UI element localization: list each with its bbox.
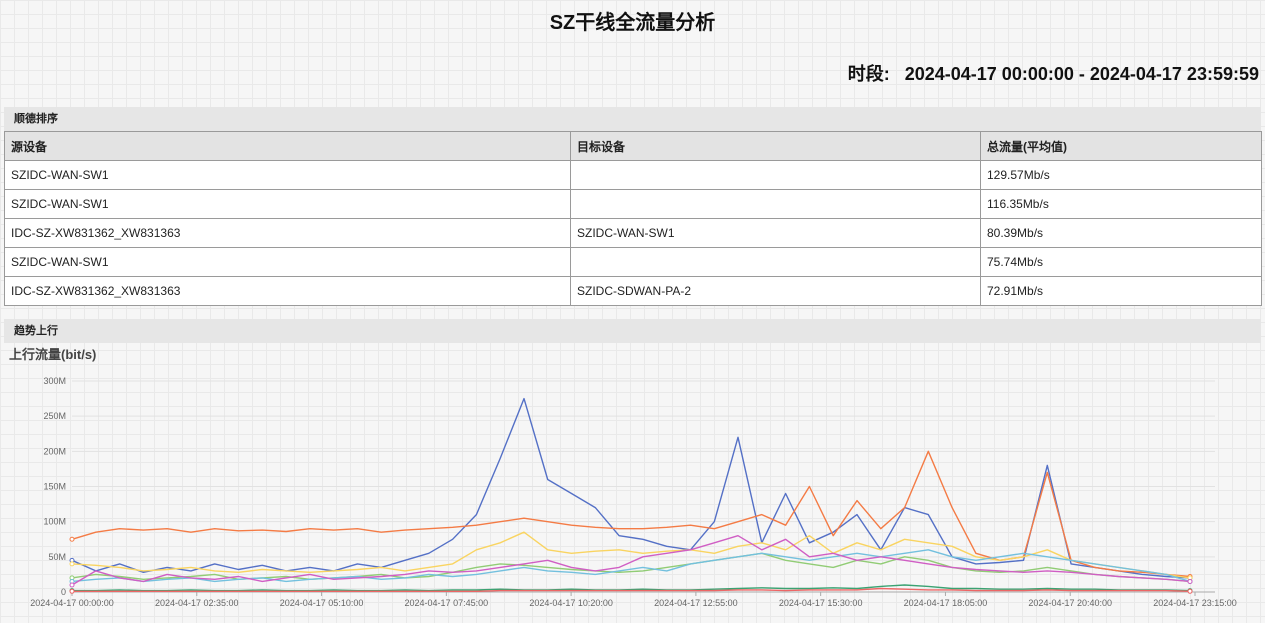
column-header-total-traffic[interactable]: 总流量(平均值) [980, 131, 1262, 161]
x-tick-label: 2024-04-17 23:15:00 [1153, 598, 1237, 608]
table-header-row: 源设备 目标设备 总流量(平均值) [4, 131, 1262, 161]
series-point[interactable] [69, 561, 75, 567]
cell-source: IDC-SZ-XW831362_XW831363 [4, 276, 571, 306]
x-tick-label: 2024-04-17 20:40:00 [1028, 598, 1112, 608]
y-tick-label: 300M [43, 376, 66, 386]
table-row[interactable]: SZIDC-WAN-SW1 116.35Mb/s [4, 189, 1262, 219]
y-tick-label: 50M [48, 552, 66, 562]
table-row[interactable]: SZIDC-WAN-SW1 75.74Mb/s [4, 247, 1262, 277]
table-row[interactable]: SZIDC-WAN-SW1 129.57Mb/s [4, 160, 1262, 190]
chart-series-group [69, 397, 1193, 594]
time-period: 时段: 2024-04-17 00:00:00 - 2024-04-17 23:… [848, 60, 1259, 86]
x-tick-label: 2024-04-17 10:20:00 [529, 598, 613, 608]
column-header-source[interactable]: 源设备 [4, 131, 571, 161]
x-tick-label: 2024-04-17 15:30:00 [779, 598, 863, 608]
cell-total-traffic: 116.35Mb/s [980, 189, 1262, 219]
time-period-label: 时段: [847, 64, 890, 84]
upload-traffic-chart[interactable]: 0 50M 100M 150M 200M 250M 300M 2024-04-17 00:0… [0, 360, 1265, 618]
time-period-value: 2024-04-17 00:00:00 - 2024-04-17 23:59:5… [904, 64, 1259, 84]
cell-target: SZIDC-WAN-SW1 [570, 218, 981, 248]
ranking-section-header: 顺德排序 [4, 107, 1261, 131]
series-point[interactable] [69, 536, 75, 542]
cell-total-traffic: 75.74Mb/s [980, 247, 1262, 277]
cell-total-traffic: 72.91Mb/s [980, 276, 1262, 306]
series-point[interactable] [69, 588, 75, 594]
cell-total-traffic: 129.57Mb/s [980, 160, 1262, 190]
series-line-6[interactable] [72, 584, 1191, 592]
cell-target [570, 189, 981, 219]
cell-source: IDC-SZ-XW831362_XW831363 [4, 218, 571, 248]
trend-section-header: 趋势上行 [4, 319, 1261, 343]
cell-source: SZIDC-WAN-SW1 [4, 247, 571, 277]
cell-target: SZIDC-SDWAN-PA-2 [570, 276, 981, 306]
y-tick-label: 0 [61, 587, 66, 597]
x-axis: 2024-04-17 00:00:00 2024-04-17 02:35:00 20… [30, 591, 1237, 608]
cell-source: SZIDC-WAN-SW1 [4, 189, 571, 219]
series-point[interactable] [1187, 578, 1193, 584]
table-row[interactable]: IDC-SZ-XW831362_XW831363 SZIDC-SDWAN-PA-… [4, 276, 1262, 306]
cell-source: SZIDC-WAN-SW1 [4, 160, 571, 190]
cell-target [570, 160, 981, 190]
series-point[interactable] [69, 582, 75, 588]
y-axis: 0 50M 100M 150M 200M 250M 300M [43, 376, 66, 597]
x-tick-label: 2024-04-17 05:10:00 [280, 598, 364, 608]
page-title: SZ干线全流量分析 [549, 12, 716, 34]
x-tick-label: 2024-04-17 12:55:00 [654, 598, 738, 608]
ranking-table: 源设备 目标设备 总流量(平均值) SZIDC-WAN-SW1 129.57Mb… [4, 131, 1262, 306]
table-row[interactable]: IDC-SZ-XW831362_XW831363 SZIDC-WAN-SW1 8… [4, 218, 1262, 248]
x-tick-label: 2024-04-17 18:05:00 [904, 598, 988, 608]
series-point[interactable] [1187, 588, 1193, 594]
cell-target [570, 247, 981, 277]
y-tick-label: 100M [43, 517, 66, 527]
x-tick-label: 2024-04-17 02:35:00 [155, 598, 239, 608]
series-line-1[interactable] [71, 450, 1191, 578]
cell-total-traffic: 80.39Mb/s [980, 218, 1262, 248]
y-tick-label: 150M [43, 482, 66, 492]
y-tick-label: 200M [43, 446, 66, 456]
y-tick-label: 250M [43, 411, 66, 421]
column-header-target[interactable]: 目标设备 [570, 131, 981, 161]
x-tick-label: 2024-04-17 00:00:00 [30, 598, 114, 608]
x-tick-label: 2024-04-17 07:45:00 [405, 598, 489, 608]
